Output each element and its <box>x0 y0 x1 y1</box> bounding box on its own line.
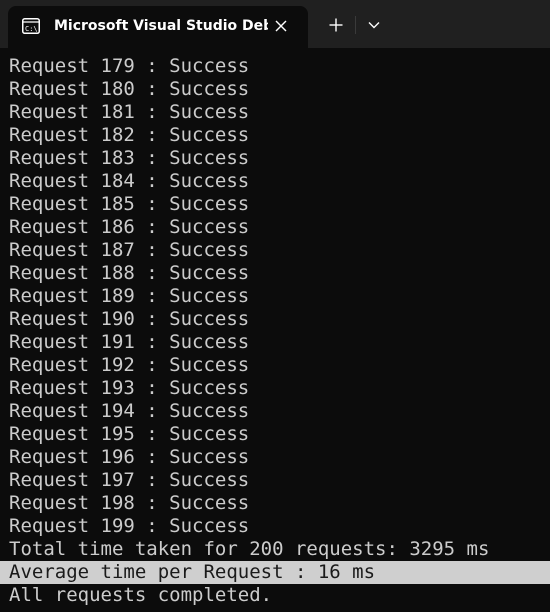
console-line-total-time: Total time taken for 200 requests: 3295 … <box>9 538 490 560</box>
console-line: Request 194 : Success <box>9 400 250 422</box>
console-line: Request 198 : Success <box>9 492 250 514</box>
console-line-selected-average[interactable]: Average time per Request : 16 ms <box>0 561 550 584</box>
terminal-tab[interactable]: C:\ Microsoft Visual Studio Debug Consol… <box>8 6 308 48</box>
tab-title: Microsoft Visual Studio Debug Console <box>54 18 268 34</box>
console-line: Request 182 : Success <box>9 124 250 146</box>
console-line: Request 186 : Success <box>9 216 250 238</box>
console-line: Request 187 : Success <box>9 239 250 261</box>
plus-icon[interactable] <box>323 12 349 38</box>
chevron-down-icon[interactable] <box>361 12 387 38</box>
console-line: Request 195 : Success <box>9 423 250 445</box>
console-line: Request 184 : Success <box>9 170 250 192</box>
console-line: Request 181 : Success <box>9 101 250 123</box>
console-line: Request 190 : Success <box>9 308 250 330</box>
console-line: Request 185 : Success <box>9 193 250 215</box>
close-icon[interactable] <box>270 15 292 37</box>
console-line: Request 196 : Success <box>9 446 250 468</box>
title-bar: C:\ Microsoft Visual Studio Debug Consol… <box>0 0 550 48</box>
console-line: Request 183 : Success <box>9 147 250 169</box>
console-line: Request 193 : Success <box>9 377 250 399</box>
console-line: Request 189 : Success <box>9 285 250 307</box>
console-line: Request 192 : Success <box>9 354 250 376</box>
console-line: Request 188 : Success <box>9 262 250 284</box>
console-line: Request 179 : Success <box>9 55 250 77</box>
console-line-completed: All requests completed. <box>9 584 273 606</box>
console-line: Request 191 : Success <box>9 331 250 353</box>
svg-text:C:\: C:\ <box>25 25 38 33</box>
console-line: Request 199 : Success <box>9 515 250 537</box>
console-line: Request 180 : Success <box>9 78 250 100</box>
console-output[interactable]: Request 179 : Success Request 180 : Succ… <box>0 55 550 612</box>
tab-divider <box>355 16 356 34</box>
console-app-icon: C:\ <box>22 18 40 34</box>
console-line: Request 197 : Success <box>9 469 250 491</box>
